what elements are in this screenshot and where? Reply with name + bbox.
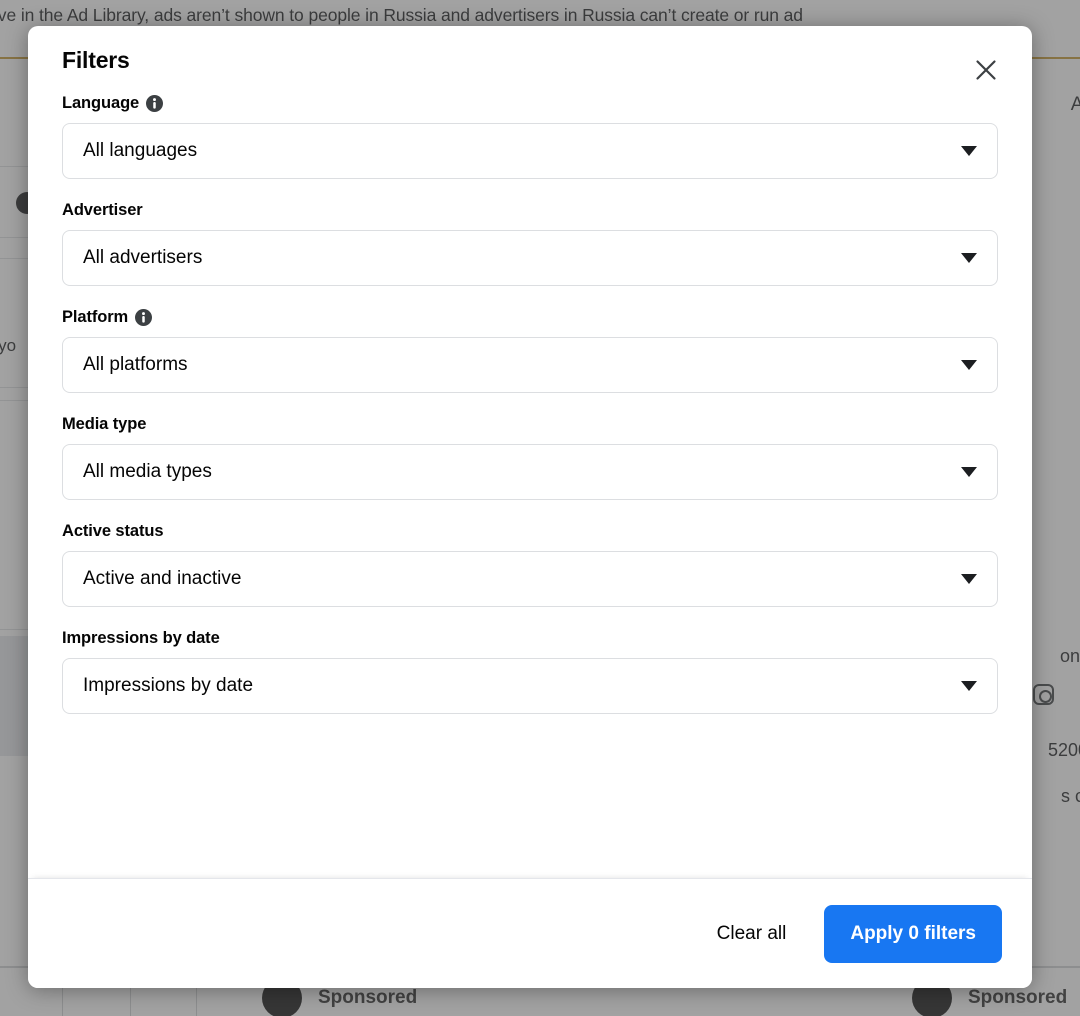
active-status-select-value: Active and inactive xyxy=(83,568,242,589)
impressions-by-date-select[interactable]: Impressions by date xyxy=(62,658,998,714)
dialog-title: Filters xyxy=(62,46,130,73)
language-select-value: All languages xyxy=(83,140,198,161)
media-type-select[interactable]: All media types xyxy=(62,444,998,500)
dialog-header: Filters xyxy=(28,26,1032,94)
filter-label-text: Active status xyxy=(62,522,164,540)
chevron-down-icon xyxy=(961,574,977,584)
advertiser-select[interactable]: All advertisers xyxy=(62,230,998,286)
language-select[interactable]: All languages xyxy=(62,123,998,179)
filter-group-platform: Platform All platforms xyxy=(62,308,998,393)
info-icon[interactable] xyxy=(146,95,164,112)
filter-label-text: Platform xyxy=(62,308,129,326)
filter-label-media-type: Media type xyxy=(62,415,998,434)
close-icon[interactable] xyxy=(966,50,1006,90)
filters-dialog: Filters Language All languages Advertise… xyxy=(28,26,1032,988)
filter-label-advertiser: Advertiser xyxy=(62,201,998,220)
filter-group-language: Language All languages xyxy=(62,94,998,179)
chevron-down-icon xyxy=(961,360,977,370)
advertiser-select-value: All advertisers xyxy=(83,247,203,268)
filter-label-language: Language xyxy=(62,94,998,113)
media-type-select-value: All media types xyxy=(83,461,212,482)
filter-group-advertiser: Advertiser All advertisers xyxy=(62,201,998,286)
filter-group-impressions-by-date: Impressions by date Impressions by date xyxy=(62,629,998,714)
dialog-footer: Clear all Apply 0 filters xyxy=(28,878,1032,988)
chevron-down-icon xyxy=(961,146,977,156)
filter-label-platform: Platform xyxy=(62,308,998,327)
apply-filters-button[interactable]: Apply 0 filters xyxy=(824,904,1002,963)
filter-label-active-status: Active status xyxy=(62,522,998,541)
filter-label-impressions-by-date: Impressions by date xyxy=(62,629,998,648)
impressions-by-date-select-value: Impressions by date xyxy=(83,675,254,696)
filter-group-media-type: Media type All media types xyxy=(62,415,998,500)
filter-label-text: Impressions by date xyxy=(62,629,220,647)
clear-all-button[interactable]: Clear all xyxy=(703,911,801,957)
active-status-select[interactable]: Active and inactive xyxy=(62,551,998,607)
filter-group-active-status: Active status Active and inactive xyxy=(62,522,998,607)
chevron-down-icon xyxy=(961,253,977,263)
filter-label-text: Media type xyxy=(62,415,147,433)
platform-select[interactable]: All platforms xyxy=(62,337,998,393)
filters-list: Language All languages Advertiser All ad… xyxy=(28,94,1032,878)
chevron-down-icon xyxy=(961,681,977,691)
platform-select-value: All platforms xyxy=(83,354,188,375)
info-icon[interactable] xyxy=(135,309,153,326)
chevron-down-icon xyxy=(961,467,977,477)
filter-label-text: Language xyxy=(62,94,140,112)
filter-label-text: Advertiser xyxy=(62,201,143,219)
